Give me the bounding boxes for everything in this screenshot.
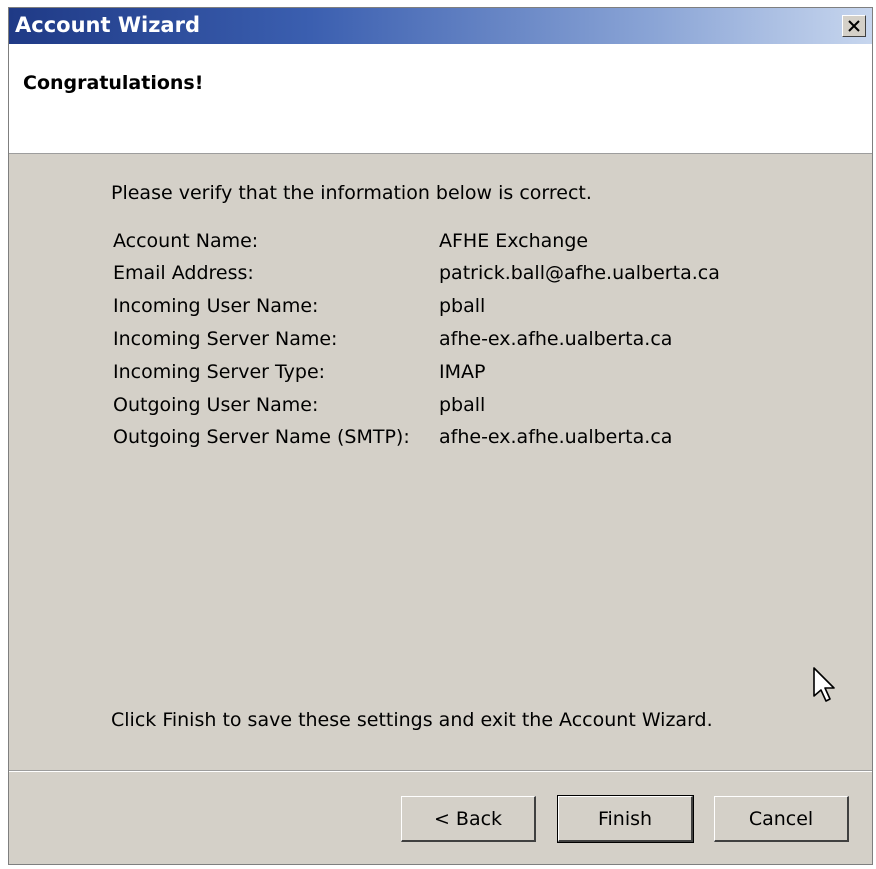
window-title: Account Wizard (15, 13, 200, 37)
page-title: Congratulations! (23, 72, 204, 94)
summary-value: IMAP (439, 361, 486, 383)
summary-label: Outgoing Server Name (SMTP): (113, 426, 410, 448)
summary-value: patrick.ball@afhe.ualberta.ca (439, 262, 720, 284)
wizard-header: Congratulations! (9, 44, 872, 154)
summary-label: Account Name: (113, 230, 259, 252)
summary-label: Outgoing User Name: (113, 394, 319, 416)
title-bar[interactable]: Account Wizard (9, 8, 872, 44)
close-icon (848, 17, 860, 36)
finish-instructions: Click Finish to save these settings and … (111, 709, 713, 731)
back-button[interactable]: < Back (401, 796, 536, 842)
finish-button[interactable]: Finish (557, 795, 694, 843)
cancel-button[interactable]: Cancel (714, 796, 849, 842)
summary-label: Incoming Server Type: (113, 361, 326, 383)
summary-label: Email Address: (113, 262, 254, 284)
mouse-pointer-icon (812, 666, 838, 708)
summary-label: Incoming User Name: (113, 295, 319, 317)
intro-text: Please verify that the information below… (111, 182, 592, 204)
summary-value: AFHE Exchange (439, 230, 589, 252)
close-button[interactable] (842, 15, 866, 37)
button-separator (9, 770, 872, 772)
summary-value: afhe-ex.afhe.ualberta.ca (439, 426, 673, 448)
summary-value: pball (439, 394, 486, 416)
summary-value: afhe-ex.afhe.ualberta.ca (439, 328, 673, 350)
account-wizard-dialog: Account Wizard Congratulations! Please v… (8, 7, 873, 865)
summary-value: pball (439, 295, 486, 317)
summary-label: Incoming Server Name: (113, 328, 338, 350)
